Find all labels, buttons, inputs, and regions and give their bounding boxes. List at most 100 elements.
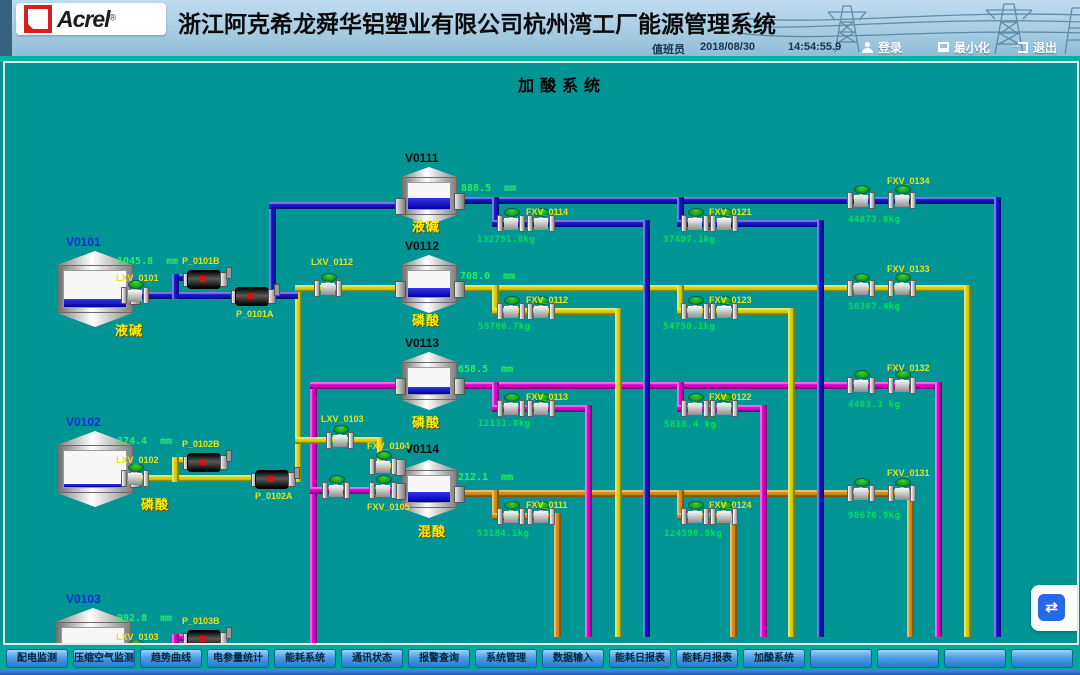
valve-body [534,218,548,230]
pump-P_0103B[interactable] [183,629,231,645]
valve-FXV_0134[interactable] [887,182,917,210]
valve-unlabeled[interactable] [846,270,876,298]
minimize-button[interactable]: 最小化 [938,38,990,56]
nav-button-15[interactable] [944,649,1006,668]
nav-button-8[interactable]: 系统管理 [475,649,537,668]
valve-actuator [376,475,392,484]
nav-button-11[interactable]: 能耗月报表 [676,649,738,668]
valve-FXV_0105[interactable] [368,472,398,500]
nav-button-1[interactable]: 配电监测 [6,649,68,668]
nav-button-14[interactable] [877,649,939,668]
valve-body [717,306,731,318]
valve-body [321,283,335,295]
nav-button-6[interactable]: 通讯状态 [341,649,403,668]
valve-unlabeled[interactable] [496,293,526,321]
tank-content-label: 液碱 [115,320,143,339]
pump-label: P_0103B [182,616,220,626]
valve-flange [369,482,375,499]
acrel-logo: Acrel® [16,3,166,35]
pump-P_0101B[interactable] [183,269,231,289]
valve-unlabeled[interactable] [680,498,710,526]
valve-unlabeled[interactable] [680,205,710,233]
valve-body [504,306,518,318]
tank-interior [407,367,451,395]
nav-button-2[interactable]: 压缩空气监测 [73,649,135,668]
nav-button-16[interactable] [1011,649,1073,668]
valve-actuator [504,393,520,402]
nav-button-12[interactable]: 加酸系统 [743,649,805,668]
exit-button[interactable]: 退出 [1018,38,1057,56]
valve-body [688,511,702,523]
tank-V0112[interactable] [401,255,457,313]
tank-level-value: 708.0mm [460,271,515,282]
tank-level-value: 888.5mm [461,183,516,194]
flow-total-value: 5818.4 kg [664,420,716,430]
valve-flange [322,482,328,499]
valve-LXV_0112[interactable] [313,270,343,298]
valve-actuator [854,273,870,282]
valve-flange [348,432,354,449]
valve-flange [732,400,738,417]
nav-button-13[interactable] [810,649,872,668]
nav-button-5[interactable]: 能耗系统 [274,649,336,668]
tank-content-label: 磷酸 [141,494,169,513]
valve-unlabeled[interactable] [846,475,876,503]
valve-flange [869,192,875,209]
valve-actuator [333,425,349,434]
flow-total-value: 54750.1kg [663,322,715,332]
valve-unlabeled[interactable] [496,205,526,233]
nav-button-10[interactable]: 能耗日报表 [609,649,671,668]
tank-body [401,362,457,400]
valve-unlabeled[interactable] [496,498,526,526]
pipe-segment-y [788,308,795,637]
pipe-segment-o [730,513,737,637]
valve-actuator [895,478,911,487]
valve-FXV_0133[interactable] [887,270,917,298]
level-number: 992.8 [117,613,147,624]
valve-body [128,290,142,302]
nav-button-3[interactable]: 趋势曲线 [140,649,202,668]
tank-nozzle [454,486,465,503]
valve-actuator [688,393,704,402]
valve-unlabeled[interactable] [846,182,876,210]
valve-unlabeled[interactable] [680,390,710,418]
tank-roof [401,460,457,470]
valve-unlabeled[interactable] [846,367,876,395]
valve-LXV_0103[interactable] [325,422,355,450]
valve-flange [910,192,916,209]
login-button[interactable]: 登录 [862,38,902,56]
operator-label: 值班员 [652,41,685,56]
valve-label: FXV_0113 [526,392,568,402]
minimize-button-label: 最小化 [954,39,990,56]
tank-V0113[interactable] [401,352,457,410]
valve-unlabeled[interactable] [680,293,710,321]
pump-P_0101A[interactable] [231,286,279,306]
valve-actuator [329,475,345,484]
valve-unlabeled[interactable] [321,472,351,500]
valve-flange [710,303,716,320]
valve-actuator [504,501,520,510]
valve-body [329,485,343,497]
tank-interior [407,182,451,210]
valve-flange [710,508,716,525]
application-window: Acrel® 浙江阿克希龙舜华铝塑业有限公司杭州湾工厂能源管理系统 值班员 20… [0,0,1080,675]
tank-nozzle [454,378,465,395]
pump-P_0102B[interactable] [183,452,231,472]
level-number: 374.4 [117,436,147,447]
valve-flange [703,215,709,232]
remote-access-handle[interactable]: ⇄ [1031,585,1079,631]
level-unit: mm [501,472,513,483]
nav-button-7[interactable]: 报警查询 [408,649,470,668]
tank-level-value: 212.1mm [458,472,513,483]
level-unit: mm [501,364,513,375]
valve-flange [549,303,555,320]
valve-unlabeled[interactable] [496,390,526,418]
nav-button-4[interactable]: 电参量统计 [207,649,269,668]
level-number: 658.5 [458,364,488,375]
valve-flange [703,400,709,417]
pump-P_0102A[interactable] [251,469,299,489]
taskbar-edge [0,670,1080,675]
nav-button-9[interactable]: 数据输入 [542,649,604,668]
valve-FXV_0131[interactable] [887,475,917,503]
valve-flange [732,303,738,320]
